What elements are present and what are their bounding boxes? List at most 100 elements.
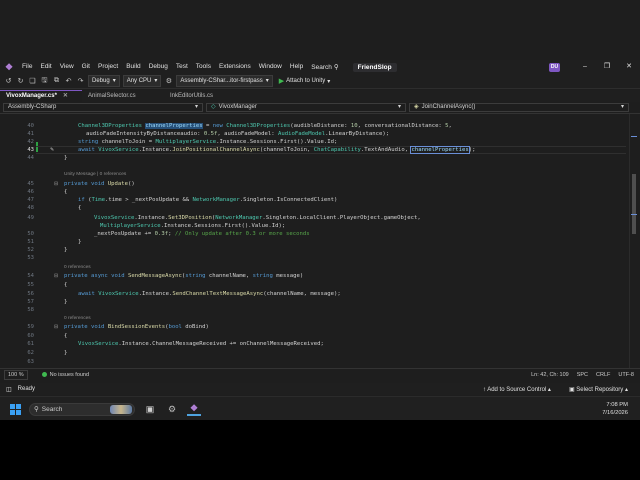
- line-number: 53: [27, 255, 34, 261]
- close-icon[interactable]: ✕: [618, 60, 640, 74]
- status-bar: ◫ Ready ↑ Add to Source Control ▴ ▣ Sele…: [0, 383, 640, 395]
- line-number: 59: [27, 324, 34, 330]
- line-number: 56: [27, 291, 34, 297]
- project-dropdown[interactable]: Assembly-CSharp ▾: [3, 103, 203, 112]
- line-number: 46: [27, 189, 34, 195]
- line-number: 44: [27, 155, 34, 161]
- menu-project[interactable]: Project: [94, 60, 122, 74]
- save-icon[interactable]: 🖫: [40, 76, 49, 87]
- search-icon: ⚲: [333, 64, 339, 71]
- maximize-icon[interactable]: ❐: [596, 60, 618, 74]
- task-view-icon[interactable]: ▣: [143, 402, 157, 416]
- redo-icon[interactable]: ↷: [76, 77, 85, 85]
- menu-help[interactable]: Help: [286, 60, 307, 74]
- startup-project-icon: ⚙: [165, 78, 173, 85]
- menu-git[interactable]: Git: [78, 60, 94, 74]
- encoding[interactable]: UTF-8: [618, 372, 634, 378]
- menu-file[interactable]: File: [18, 60, 36, 74]
- startup-project-dropdown[interactable]: Assembly-CShar...itor-firstpass ▾: [176, 75, 273, 87]
- code-text: }: [78, 239, 82, 245]
- new-item-icon[interactable]: ❏: [28, 77, 37, 85]
- back-icon[interactable]: ↺: [4, 77, 13, 85]
- pencil-icon[interactable]: ✎: [50, 146, 54, 154]
- settings-app-icon[interactable]: ⚙: [165, 402, 179, 416]
- platform-dropdown[interactable]: Any CPU ▾: [122, 75, 162, 87]
- user-avatar[interactable]: DU: [549, 62, 560, 72]
- collapse-icon[interactable]: ⊟: [54, 272, 58, 280]
- search-icon: ⚲: [34, 406, 39, 413]
- line-ending[interactable]: CRLF: [596, 372, 610, 378]
- editor-status-right: Ln: 42, Ch: 109 SPC CRLF UTF-8: [531, 372, 634, 378]
- select-repository[interactable]: ▣ Select Repository ▴: [569, 386, 628, 393]
- class-icon: ◇: [211, 104, 216, 110]
- system-clock[interactable]: 7:08 PM 7/16/2026: [602, 401, 628, 417]
- undo-icon[interactable]: ↶: [64, 77, 73, 85]
- code-line: 55 {: [0, 281, 628, 289]
- codelens-bind[interactable]: 0 references: [64, 316, 91, 322]
- code-line: 47 if (Time.time > _nextPosUpdate && Net…: [0, 196, 628, 204]
- indent-mode[interactable]: SPC: [577, 372, 588, 378]
- minimize-icon[interactable]: –: [574, 60, 596, 74]
- issues-label: No issues found: [49, 371, 90, 378]
- code-editor[interactable]: 40 Channel3DProperties channelProperties…: [0, 114, 640, 368]
- windows-start-icon[interactable]: [10, 403, 21, 415]
- menu-build[interactable]: Build: [122, 60, 144, 74]
- configuration-dropdown[interactable]: Debug ▾: [88, 75, 120, 87]
- line-number: 58: [27, 307, 34, 313]
- save-all-icon[interactable]: ⧉: [52, 77, 61, 85]
- menu-test[interactable]: Test: [172, 60, 192, 74]
- code-text: Channel3DProperties channelProperties = …: [78, 123, 452, 129]
- chevron-down-icon: ▾: [620, 104, 624, 110]
- line-number: 63: [27, 359, 34, 365]
- tab-animalselector[interactable]: AnimalSelector.cs: [82, 91, 164, 102]
- add-to-source-control[interactable]: ↑ Add to Source Control ▴: [483, 386, 551, 393]
- visual-studio-taskbar-icon[interactable]: ❖: [187, 402, 201, 416]
- collapse-icon[interactable]: ⊟: [54, 180, 58, 188]
- visual-studio-logo-icon[interactable]: ❖: [4, 62, 14, 72]
- code-text: string channelToJoin = MultiplayerServic…: [78, 139, 338, 145]
- line-number: 50: [27, 231, 34, 237]
- collapse-icon[interactable]: ⊟: [54, 323, 58, 331]
- menu-view[interactable]: View: [56, 60, 78, 74]
- code-text: _nextPosUpdate += 0.3f; // Only update a…: [94, 231, 310, 237]
- codelens-send[interactable]: 0 references: [64, 265, 91, 271]
- vertical-scrollbar[interactable]: [629, 114, 638, 368]
- menu-window[interactable]: Window: [255, 60, 286, 74]
- taskbar-search[interactable]: ⚲ Search: [29, 402, 135, 416]
- code-line: MultiplayerService.Instance.Sessions.Fir…: [0, 222, 628, 230]
- visual-studio-window: ❖ File Edit View Git Project Build Debug…: [0, 0, 640, 420]
- scrollbar-thumb[interactable]: [632, 174, 636, 234]
- code-line: 53: [0, 254, 628, 262]
- codelens-update[interactable]: Unity Message | 0 references: [64, 172, 126, 178]
- solution-name: FriendSlop: [352, 62, 397, 72]
- scroll-marker: [631, 136, 637, 137]
- line-number: 55: [27, 282, 34, 288]
- search-menu[interactable]: Search ⚲: [307, 63, 342, 72]
- tab-inkeditorutils[interactable]: InkEditorUtils.cs: [164, 91, 246, 102]
- issues-indicator[interactable]: No issues found: [41, 371, 90, 378]
- chevron-down-icon: ▾: [112, 78, 116, 84]
- code-text: {: [64, 282, 68, 288]
- class-dropdown[interactable]: ◇ VivoxManager ▾: [206, 103, 406, 112]
- zoom-level[interactable]: 100 %: [4, 369, 28, 380]
- forward-icon[interactable]: ↻: [16, 77, 25, 85]
- line-number: 40: [27, 123, 34, 129]
- repository-label: Select Repository: [576, 386, 624, 393]
- code-line: 45 ⊟ private void Update(): [0, 180, 628, 188]
- menu-extensions[interactable]: Extensions: [215, 60, 255, 74]
- member-dropdown[interactable]: ◈ JoinChannelAsync() ▾: [409, 103, 629, 112]
- menu-edit[interactable]: Edit: [36, 60, 55, 74]
- code-text: if (Time.time > _nextPosUpdate && Networ…: [78, 197, 338, 203]
- source-control-label: Add to Source Control: [487, 386, 547, 393]
- menu-debug[interactable]: Debug: [145, 60, 172, 74]
- code-text: VivoxService.Instance.ChannelMessageRece…: [78, 341, 324, 347]
- cursor-position[interactable]: Ln: 42, Ch: 109: [531, 372, 569, 378]
- chevron-down-icon: ▾: [397, 104, 401, 110]
- line-number: 51: [27, 239, 34, 245]
- close-icon[interactable]: ✕: [63, 91, 68, 102]
- attach-to-unity-button[interactable]: ▶ Attach to Unity ▾: [276, 77, 333, 85]
- status-bar-right: ↑ Add to Source Control ▴ ▣ Select Repos…: [483, 386, 628, 393]
- tab-vivoxmanager[interactable]: VivoxManager.cs* ✕: [0, 90, 82, 102]
- menu-tools[interactable]: Tools: [192, 60, 215, 74]
- tab-label: InkEditorUtils.cs: [170, 93, 214, 99]
